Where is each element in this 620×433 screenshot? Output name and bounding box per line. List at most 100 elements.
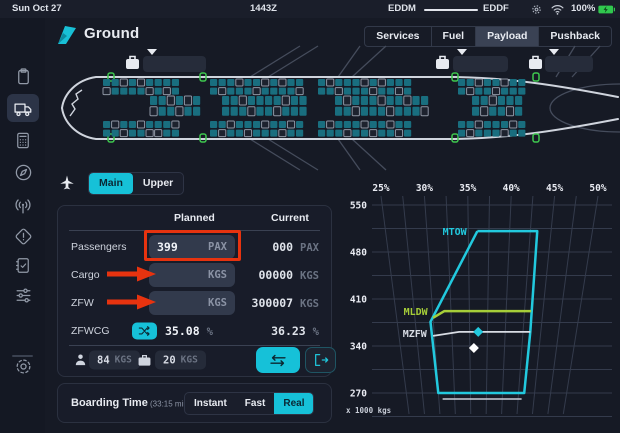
seat[interactable] — [378, 121, 385, 128]
seat[interactable] — [318, 121, 325, 128]
seat[interactable] — [231, 96, 238, 105]
seat[interactable] — [163, 79, 170, 86]
seat[interactable] — [327, 88, 334, 95]
seat[interactable] — [404, 96, 411, 105]
seat[interactable] — [467, 79, 474, 86]
seat[interactable] — [299, 96, 306, 105]
seat[interactable] — [219, 121, 226, 128]
seat[interactable] — [210, 121, 217, 128]
seat[interactable] — [492, 121, 499, 128]
seat[interactable] — [361, 88, 368, 95]
aircraft-seat-map[interactable] — [45, 42, 620, 172]
seat[interactable] — [404, 107, 411, 116]
seat[interactable] — [458, 121, 465, 128]
seat[interactable] — [352, 107, 359, 116]
seat[interactable] — [120, 121, 127, 128]
seat[interactable] — [112, 130, 119, 137]
seat[interactable] — [327, 121, 334, 128]
seat[interactable] — [163, 130, 170, 137]
seat[interactable] — [361, 130, 368, 137]
seat[interactable] — [395, 107, 402, 116]
seat[interactable] — [270, 88, 277, 95]
seat[interactable] — [467, 121, 474, 128]
seat[interactable] — [193, 96, 200, 105]
seat[interactable] — [344, 79, 351, 86]
seat[interactable] — [501, 88, 508, 95]
seat[interactable] — [176, 107, 183, 116]
seat[interactable] — [163, 88, 170, 95]
seat[interactable] — [518, 130, 525, 137]
seat[interactable] — [498, 107, 505, 116]
seat[interactable] — [112, 121, 119, 128]
seat[interactable] — [501, 121, 508, 128]
seat[interactable] — [472, 107, 479, 116]
seat[interactable] — [335, 79, 342, 86]
chevron-down-icon[interactable] — [457, 49, 467, 55]
sidebar-item-failures[interactable] — [7, 222, 39, 250]
seat[interactable] — [404, 130, 411, 137]
seat[interactable] — [467, 130, 474, 137]
seat[interactable] — [253, 88, 260, 95]
seat[interactable] — [262, 121, 269, 128]
seat[interactable] — [506, 96, 513, 105]
seat[interactable] — [265, 96, 272, 105]
seat[interactable] — [279, 79, 286, 86]
seat[interactable] — [387, 121, 394, 128]
tab-boarding-fast[interactable]: Fast — [236, 393, 275, 414]
seat[interactable] — [244, 88, 251, 95]
seat[interactable] — [361, 107, 368, 116]
seat[interactable] — [296, 79, 303, 86]
seat[interactable] — [236, 121, 243, 128]
seat[interactable] — [489, 96, 496, 105]
seat[interactable] — [244, 121, 251, 128]
seat[interactable] — [327, 130, 334, 137]
seat[interactable] — [369, 96, 376, 105]
seat[interactable] — [155, 130, 162, 137]
seat[interactable] — [510, 88, 517, 95]
seat[interactable] — [167, 96, 174, 105]
seat[interactable] — [387, 96, 394, 105]
sidebar-item-navigation[interactable] — [7, 158, 39, 186]
chevron-down-icon[interactable] — [549, 49, 559, 55]
seat[interactable] — [344, 130, 351, 137]
seat[interactable] — [210, 79, 217, 86]
seat[interactable] — [155, 79, 162, 86]
seat[interactable] — [236, 130, 243, 137]
seat[interactable] — [172, 130, 179, 137]
seat[interactable] — [262, 79, 269, 86]
seat[interactable] — [222, 96, 229, 105]
seat[interactable] — [150, 96, 157, 105]
sidebar-item-presets[interactable] — [7, 281, 39, 309]
seat[interactable] — [404, 88, 411, 95]
seat[interactable] — [129, 79, 136, 86]
seat[interactable] — [492, 79, 499, 86]
cargo-station-input[interactable] — [143, 56, 206, 72]
seat[interactable] — [335, 130, 342, 137]
seat[interactable] — [387, 79, 394, 86]
seat[interactable] — [265, 107, 272, 116]
seat[interactable] — [291, 107, 298, 116]
seat[interactable] — [369, 107, 376, 116]
seat[interactable] — [335, 88, 342, 95]
seat[interactable] — [210, 130, 217, 137]
cargo-station-input[interactable] — [545, 56, 593, 72]
seat[interactable] — [352, 88, 359, 95]
seat[interactable] — [279, 121, 286, 128]
seat[interactable] — [395, 96, 402, 105]
seat[interactable] — [344, 96, 351, 105]
seat[interactable] — [137, 130, 144, 137]
seat[interactable] — [146, 130, 153, 137]
seat[interactable] — [506, 107, 513, 116]
seat[interactable] — [475, 88, 482, 95]
seat[interactable] — [387, 88, 394, 95]
seat[interactable] — [137, 88, 144, 95]
seat[interactable] — [270, 121, 277, 128]
sidebar-item-settings[interactable] — [7, 352, 39, 380]
seat[interactable] — [239, 107, 246, 116]
seat[interactable] — [475, 121, 482, 128]
seat[interactable] — [282, 96, 289, 105]
seat[interactable] — [274, 107, 281, 116]
chevron-down-icon[interactable] — [147, 49, 157, 55]
seat[interactable] — [481, 96, 488, 105]
seat[interactable] — [146, 121, 153, 128]
